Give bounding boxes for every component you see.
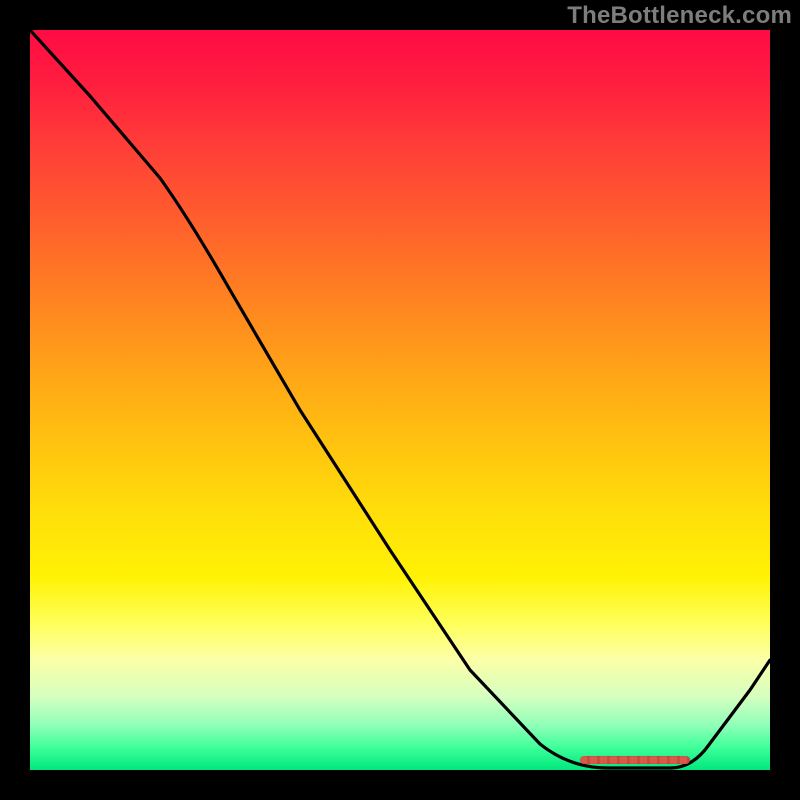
plot-area <box>30 30 770 770</box>
watermark-text: TheBottleneck.com <box>567 2 792 30</box>
bottleneck-curve <box>30 30 770 770</box>
chart-frame: TheBottleneck.com <box>0 0 800 800</box>
optimal-range-marker <box>580 756 690 764</box>
curve-path <box>30 30 770 768</box>
